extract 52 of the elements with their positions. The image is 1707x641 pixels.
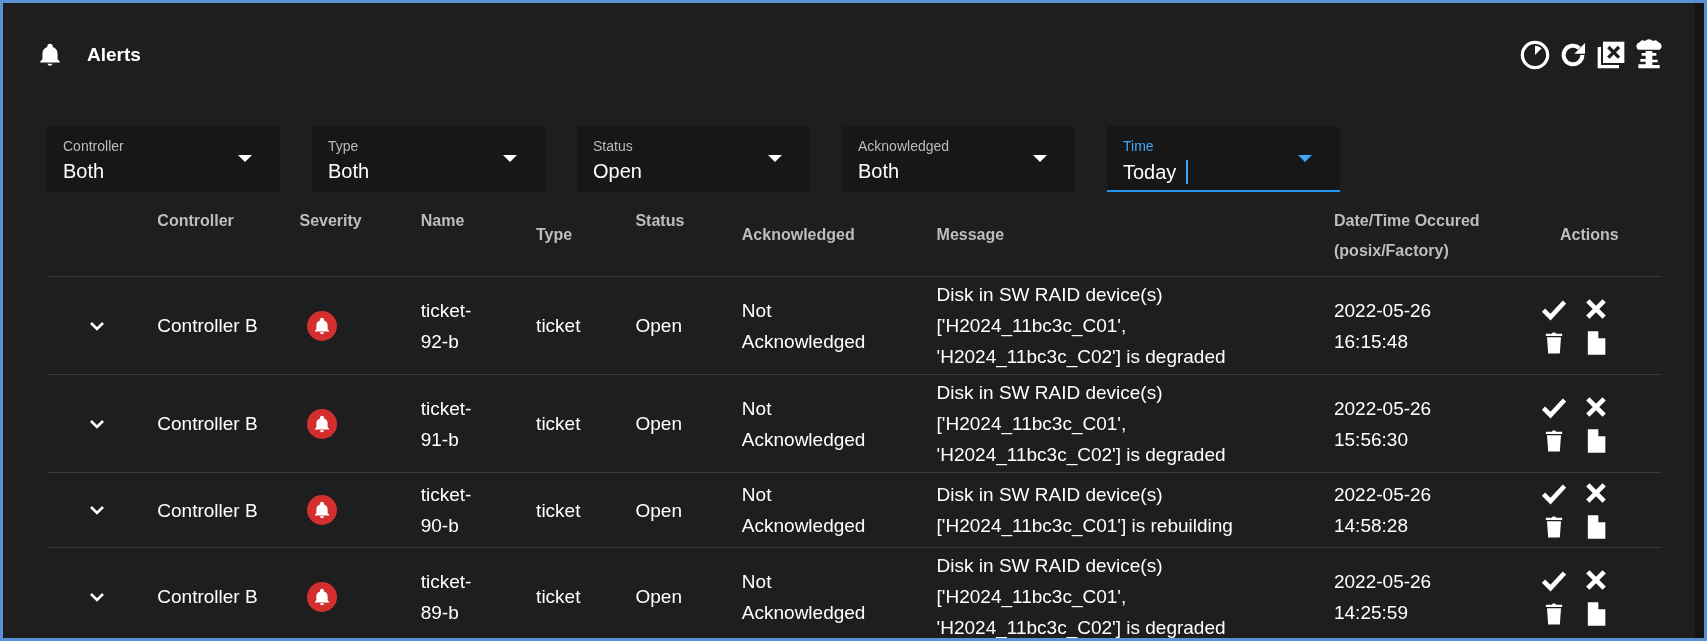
column-header: Controller <box>157 212 234 229</box>
clear-all-icon[interactable] <box>1595 39 1627 71</box>
table-cell-text: Controller B <box>157 585 259 609</box>
table-cell-text: Not Acknowledged <box>741 298 867 354</box>
table-cell-text: ticket-91-b <box>420 396 473 452</box>
table-cell-text: Not Acknowledged <box>741 569 867 625</box>
dropdown-arrow-icon[interactable] <box>1298 155 1312 162</box>
column-header: Name <box>420 212 465 229</box>
table-cell-text: Controller B <box>157 412 259 436</box>
table-cell-text: Open <box>635 498 683 523</box>
table-cell-text: 2022-05-26 15:56:30 <box>1334 396 1433 452</box>
filter-dropdown[interactable]: Status Open <box>577 126 810 192</box>
page-title: Alerts <box>87 44 141 66</box>
dropdown-arrow-icon[interactable] <box>503 155 517 162</box>
table-cell-text: ticket <box>536 585 582 609</box>
table-cell-text: Not Acknowledged <box>741 396 867 452</box>
table-cell-text: ticket-92-b <box>420 298 473 354</box>
table-cell-text: ticket <box>536 498 582 523</box>
table-cell-text: Not Acknowledged <box>741 483 867 538</box>
column-header: Message <box>936 226 1005 243</box>
filter-dropdown[interactable]: Type Both <box>312 126 545 192</box>
table-cell-text: ticket <box>536 412 582 436</box>
bell-icon <box>37 41 63 69</box>
table-cell-text: 2022-05-26 14:58:28 <box>1334 483 1433 538</box>
table-cell-text: Controller B <box>157 498 259 523</box>
mushroom-cloud-icon[interactable] <box>1633 39 1665 71</box>
dropdown-arrow-icon[interactable] <box>238 155 252 162</box>
column-header: Date/Time Occured (posix/Factory) <box>1334 212 1480 259</box>
filter-dropdown[interactable]: Controller Both <box>47 126 280 192</box>
table-cell-text: 2022-05-26 14:25:59 <box>1334 569 1433 625</box>
table-cell-text: Open <box>635 412 683 436</box>
column-header: Type <box>536 226 573 243</box>
column-header: Actions <box>1560 226 1619 243</box>
timer-icon[interactable] <box>1519 39 1551 71</box>
dropdown-arrow-icon[interactable] <box>1033 155 1047 162</box>
column-header: Acknowledged <box>741 226 855 243</box>
table-cell-text: Controller B <box>157 314 259 338</box>
table-cell-text: ticket-90-b <box>420 483 473 538</box>
table-cell-text: Disk in SW RAID device(s) ['H2024_11bc3c_C01', 'H2024_11bc3c_C02'] is degraded <box>936 283 1227 370</box>
table-cell-text: ticket <box>536 314 582 338</box>
column-header: Severity <box>299 212 362 229</box>
table-cell-text: 2022-05-26 16:15:48 <box>1334 298 1433 354</box>
table-cell-text: ticket-89-b <box>420 569 473 625</box>
table-cell-text: Disk in SW RAID device(s) ['H2024_11bc3c_C01'] is rebuilding <box>936 483 1234 539</box>
table-cell-text: Open <box>635 585 683 609</box>
table-cell-text: Open <box>635 314 683 338</box>
table-cell-text: Disk in SW RAID device(s) ['H2024_11bc3c_C01', 'H2024_11bc3c_C02'] is degraded <box>936 381 1227 468</box>
dropdown-arrow-icon[interactable] <box>768 155 782 162</box>
column-header: Status <box>635 212 685 229</box>
filter-dropdown[interactable]: Acknowledged Both <box>842 126 1075 192</box>
table-cell-text: Disk in SW RAID device(s) ['H2024_11bc3c_C01', 'H2024_11bc3c_C02'] is degraded <box>936 554 1227 638</box>
filter-dropdown[interactable]: Time Today <box>1107 126 1340 192</box>
